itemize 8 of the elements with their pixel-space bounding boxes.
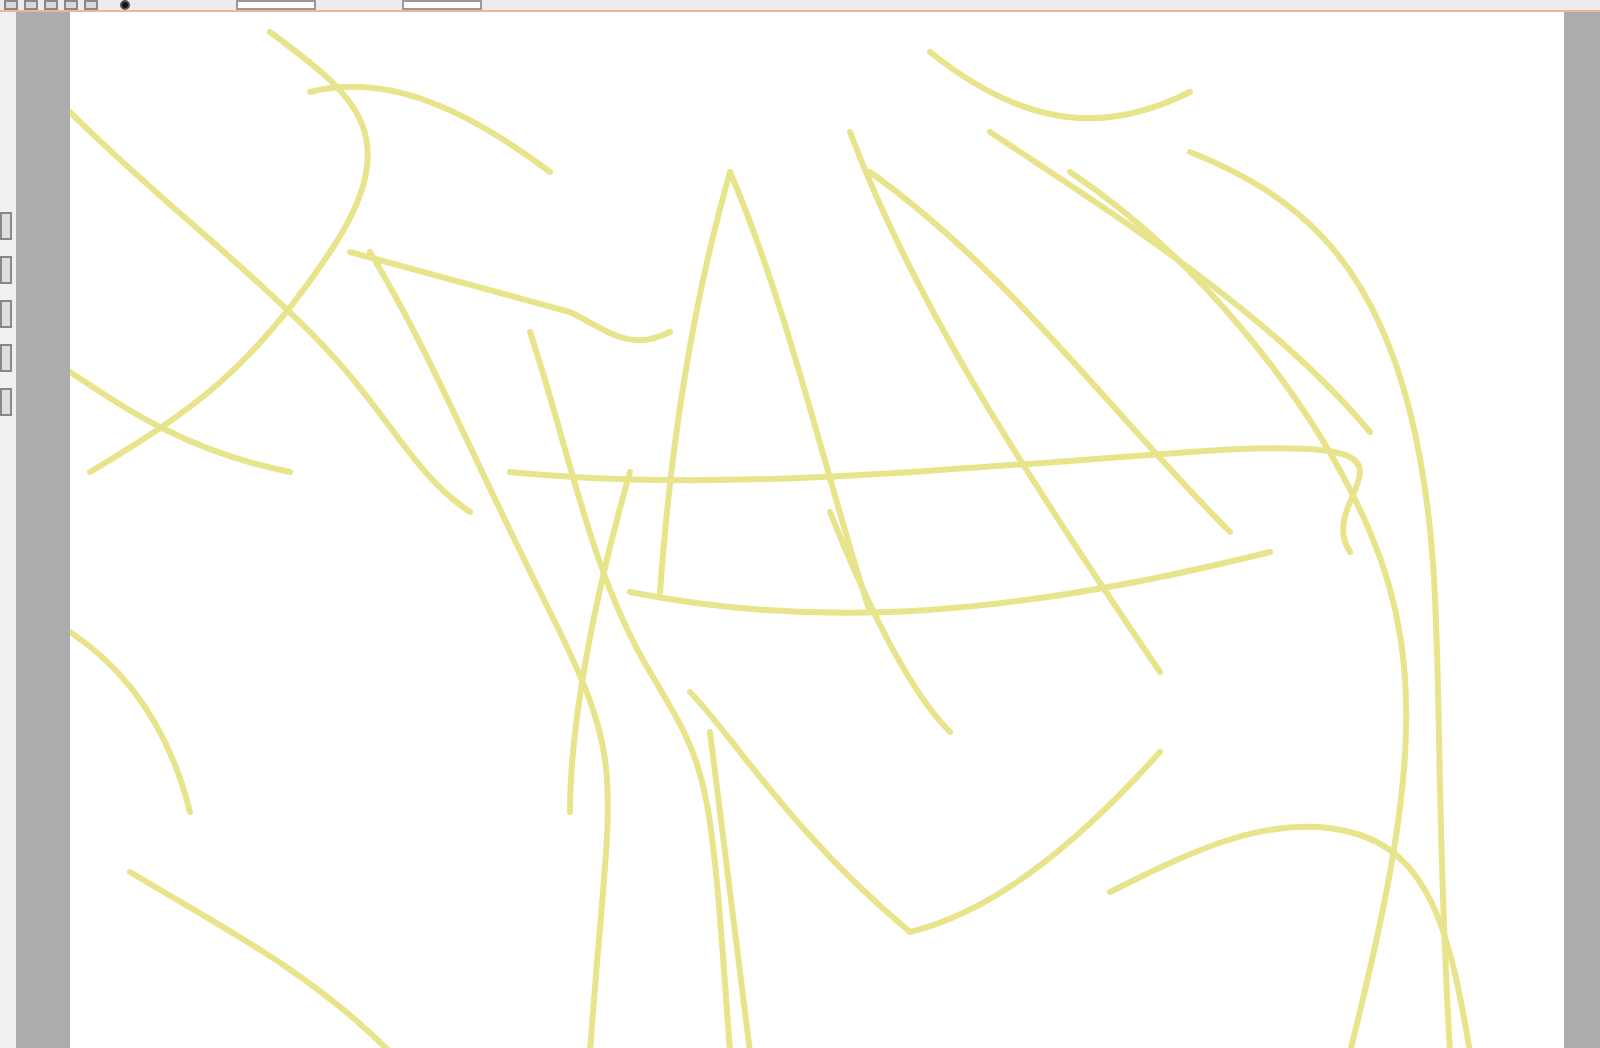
angle-field[interactable]: [402, 0, 482, 10]
zoom-field[interactable]: [236, 0, 316, 10]
tool-button[interactable]: [0, 388, 12, 416]
tool-button[interactable]: [0, 212, 12, 240]
tool-button[interactable]: [0, 300, 12, 328]
tool-button[interactable]: [0, 256, 12, 284]
selection-display-checkbox[interactable]: [120, 0, 130, 10]
tool-button[interactable]: [0, 344, 12, 372]
